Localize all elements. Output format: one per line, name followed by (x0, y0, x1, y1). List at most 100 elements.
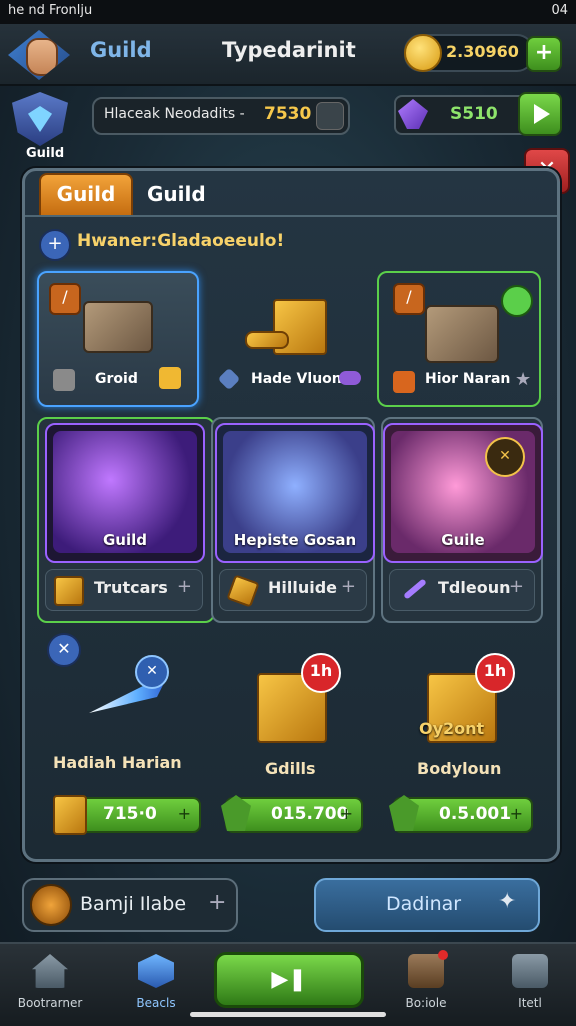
item-card-1[interactable]: / Groid (37, 271, 199, 407)
ore-icon (425, 305, 499, 363)
sparkle-icon: ✦ (498, 889, 517, 914)
offer-name: Gdills (265, 759, 316, 778)
avatar[interactable] (8, 30, 70, 80)
home-indicator[interactable] (190, 1012, 386, 1017)
notice-row: + Hwaner:Gladaoeeulo! (39, 227, 539, 261)
stone-icon (53, 369, 75, 391)
hero-sub-row[interactable]: Hilluide + (219, 569, 367, 611)
offer-card-2[interactable]: 1h Gdills 015.700 + (211, 633, 371, 843)
wand-icon (403, 578, 427, 600)
blade-icon (217, 367, 241, 391)
hexagon-icon (138, 954, 174, 988)
star-icon: ★ (515, 369, 532, 390)
tab-divider (25, 215, 557, 217)
tab-guild-active[interactable]: Guild (39, 173, 133, 217)
plus-icon[interactable]: + (177, 576, 192, 597)
guild-shield-icon[interactable] (12, 92, 68, 146)
item-card-2[interactable]: Hade Vluon (207, 271, 369, 407)
plus-icon[interactable]: + (509, 576, 524, 597)
coin-counter: 2.30960 (404, 34, 534, 72)
item-card-3[interactable]: / Hior Naran ★ (377, 271, 541, 407)
item-label: Groid (95, 371, 138, 387)
status-left-text: he nd Fronlju (8, 3, 93, 18)
nav-label: Itetl (518, 996, 542, 1010)
buy-button[interactable]: 015.700 + (221, 795, 363, 833)
hero-card-2[interactable]: Hepiste Gosan Hilluide + (211, 417, 375, 623)
buy-button[interactable]: 0.5.001 + (389, 795, 533, 833)
potion-icon (339, 371, 361, 385)
timer-badge: 1h (301, 653, 341, 693)
guild-shop-panel: Guild Guild + Hwaner:Gladaoeeulo! / Groi… (22, 168, 560, 862)
buy-button[interactable]: 715·0 + (53, 795, 201, 835)
action-right-label: Dadinar (386, 893, 462, 915)
nav-item-tools[interactable]: Bo:iole (378, 948, 474, 1018)
hero-sub-row[interactable]: Tdleoun + (389, 569, 535, 611)
plus-icon[interactable]: + (341, 576, 356, 597)
scroll-quill-icon (408, 954, 444, 988)
play-icon (534, 104, 550, 124)
header-guild-label: Guild (90, 38, 152, 62)
hero-sub-label: Tdleoun (438, 578, 511, 597)
coin-value: 2.30960 (446, 42, 519, 61)
price-value: 0.5.001 (439, 804, 512, 824)
price-value: 715·0 (103, 804, 157, 824)
plus-icon: + (339, 804, 353, 823)
sword-icon: / (393, 283, 425, 315)
item-label: Hior Naran (425, 371, 511, 387)
nav-label: Bootrarner (17, 996, 83, 1010)
play-icon: ▶❚ (271, 967, 307, 992)
gem-green-icon (501, 285, 533, 317)
hero-card-3[interactable]: ✕ Guile Tdleoun + (381, 417, 543, 623)
emerald-icon (221, 795, 251, 831)
forward-button[interactable] (518, 92, 562, 136)
home-icon (32, 954, 68, 988)
plus-icon: + (509, 804, 523, 823)
hero-sub-row[interactable]: Trutcars + (45, 569, 203, 611)
cross-swords-icon: ✕ (485, 437, 525, 477)
offer-name: Bodyloun (417, 759, 502, 778)
item-label: Hade Vluon (251, 371, 342, 387)
plus-icon: + (208, 890, 227, 915)
nav-item-home[interactable]: Bootrarner (2, 948, 98, 1018)
gold-cube-icon (53, 795, 87, 835)
inventory-icon (512, 954, 548, 988)
guild-info-bar[interactable]: Hlaceak Neodadits - 7530 (92, 97, 350, 135)
gold-cube-icon (159, 367, 181, 389)
gem-value: S510 (450, 104, 498, 124)
hero-name: Guild (102, 531, 147, 549)
play-button[interactable]: ▶❚ (214, 952, 364, 1008)
nav-item-items[interactable]: Itetl (482, 948, 576, 1018)
hero-frame: Hepiste Gosan (215, 423, 375, 563)
arrow-icon (226, 574, 260, 608)
action-left-label: Bamji Ilabe (80, 893, 187, 915)
status-time: 04 (551, 3, 568, 18)
guild-info-value: 7530 (264, 104, 312, 124)
notification-dot (438, 950, 448, 960)
offer-card-1[interactable]: ✕ Hadiah Harian 715·0 + (39, 633, 209, 843)
ore-icon (83, 301, 153, 353)
hero-sub-label: Trutcars (94, 578, 168, 597)
gold-cube-icon (54, 576, 84, 606)
nav-label: Bo:iole (405, 996, 447, 1010)
hero-sub-label: Hilluide (268, 578, 338, 597)
page-title: Typedarinit (222, 38, 356, 62)
hero-name: Hepiste Gosan (233, 531, 357, 549)
status-bar: he nd Fronlju 04 (0, 0, 576, 24)
hero-card-1[interactable]: Guild Trutcars + (37, 417, 215, 623)
chest-icon (393, 371, 415, 393)
guild-action-button[interactable]: Bamji Ilabe + (22, 878, 238, 932)
info-plus-icon[interactable]: + (39, 229, 71, 261)
guild-info-text: Hlaceak Neodadits - (104, 106, 245, 122)
join-button[interactable]: Dadinar ✦ (314, 878, 540, 932)
settings-icon[interactable] (316, 102, 344, 130)
price-value: 015.700 (271, 804, 349, 824)
timer-badge: 1h (475, 653, 515, 693)
tab-guild[interactable]: Guild (141, 175, 297, 213)
hero-name: Guile (441, 531, 485, 549)
nav-item-beacls[interactable]: Beacls (108, 948, 204, 1018)
top-header: Guild Typedarinit 2.30960 + (0, 24, 576, 86)
notice-text: Hwaner:Gladaoeeulo! (77, 231, 285, 251)
add-coins-button[interactable]: + (526, 36, 562, 72)
offer-card-3[interactable]: 1h Oy2ont Bodyloun 0.5.001 + (379, 633, 539, 843)
gem-counter: S510 (394, 95, 534, 135)
